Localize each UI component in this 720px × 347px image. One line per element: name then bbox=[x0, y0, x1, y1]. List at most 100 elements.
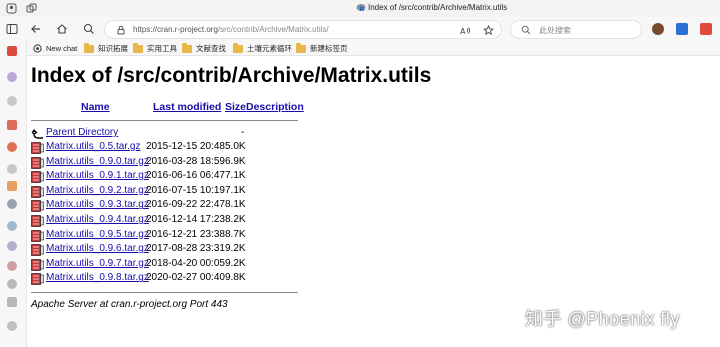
chat-icon bbox=[33, 44, 42, 53]
file-last-modified: 2018-04-20 00:05 bbox=[146, 257, 225, 269]
sidebar-add-icon[interactable] bbox=[7, 297, 17, 307]
workspaces-icon[interactable] bbox=[26, 3, 37, 14]
file-row: Matrix.utils_0.5.tar.gz 2015-12-15 20:48 5… bbox=[31, 141, 291, 155]
compressed-file-icon bbox=[31, 273, 44, 286]
parent-directory-link[interactable]: Parent Directory bbox=[46, 127, 118, 138]
address-toolbar: https://cran.r-project.org/src/contrib/A… bbox=[0, 17, 720, 41]
favorite-star-icon[interactable] bbox=[483, 25, 494, 36]
column-header-size[interactable]: Size bbox=[225, 101, 246, 113]
sidebar-app-pink-icon[interactable] bbox=[7, 261, 17, 271]
bookmark-folder-literature[interactable]: 文献查找 bbox=[182, 42, 226, 54]
bookmark-folder-knowledge[interactable]: 知识拓展 bbox=[84, 42, 128, 54]
folder-icon bbox=[133, 42, 143, 53]
url-path: /src/contrib/Archive/Matrix.utils/ bbox=[217, 25, 329, 34]
file-last-modified: 2016-09-22 22:47 bbox=[146, 199, 225, 211]
bookmark-label: New chat bbox=[46, 44, 78, 53]
page-title: Index of /src/contrib/Archive/Matrix.uti… bbox=[31, 64, 432, 87]
folder-icon bbox=[182, 42, 192, 53]
compressed-file-icon bbox=[31, 258, 44, 271]
lock-icon[interactable] bbox=[116, 25, 126, 35]
file-link[interactable]: Matrix.utils_0.5.tar.gz bbox=[46, 141, 140, 152]
folder-icon bbox=[296, 42, 306, 53]
file-link[interactable]: Matrix.utils_0.9.6.tar.gz bbox=[46, 243, 149, 254]
file-row: Matrix.utils_0.9.2.tar.gz 2016-07-15 10:1… bbox=[31, 185, 291, 199]
back-icon[interactable] bbox=[30, 23, 42, 35]
bookmark-new-chat[interactable]: New chat bbox=[33, 43, 77, 54]
bookmark-label: 实用工具 bbox=[147, 44, 177, 53]
file-row: Matrix.utils_0.9.3.tar.gz 2016-09-22 22:4… bbox=[31, 199, 291, 213]
file-size: 9.2K bbox=[225, 257, 246, 269]
sidebar-settings-icon[interactable] bbox=[7, 321, 17, 331]
sidebar-app-globe-icon[interactable] bbox=[7, 221, 17, 231]
compressed-file-icon bbox=[31, 171, 44, 183]
read-aloud-icon[interactable]: A bbox=[460, 25, 471, 36]
file-row: Matrix.utils_0.9.1.tar.gz 2016-06-16 06:4… bbox=[31, 170, 291, 184]
bookmark-folder-tools[interactable]: 实用工具 bbox=[133, 42, 177, 54]
compressed-file-icon bbox=[31, 156, 44, 169]
sidebar-app-red-icon[interactable] bbox=[7, 46, 17, 56]
folder-icon bbox=[233, 42, 243, 53]
r-logo-icon: R bbox=[356, 4, 366, 13]
file-last-modified: 2016-12-21 23:38 bbox=[146, 228, 225, 240]
file-row: Matrix.utils_0.9.5.tar.gz 2016-12-21 23:3… bbox=[31, 229, 291, 243]
file-row: Matrix.utils_0.9.8.tar.gz 2020-02-27 00:4… bbox=[31, 272, 291, 286]
file-link[interactable]: Matrix.utils_0.9.3.tar.gz bbox=[46, 199, 149, 210]
file-link[interactable]: Matrix.utils_0.9.1.tar.gz bbox=[46, 170, 149, 181]
file-link[interactable]: Matrix.utils_0.9.8.tar.gz bbox=[46, 272, 149, 283]
bookmark-folder-soil[interactable]: 土壤元素循环 bbox=[233, 42, 292, 54]
file-last-modified: 2016-03-28 18:59 bbox=[146, 155, 225, 167]
bookmark-label: 土壤元素循环 bbox=[247, 44, 292, 53]
folder-icon bbox=[84, 42, 94, 53]
bookmark-label: 知识拓展 bbox=[98, 44, 128, 53]
file-link[interactable]: Matrix.utils_0.9.0.tar.gz bbox=[46, 156, 149, 167]
column-header-name[interactable]: Name bbox=[81, 101, 110, 113]
sidebar-toggle-icon[interactable] bbox=[6, 23, 18, 35]
bookmark-folder-newtab[interactable]: 新建标签页 bbox=[296, 42, 348, 54]
column-header-last-modified[interactable]: Last modified bbox=[153, 101, 221, 113]
search-icon[interactable] bbox=[83, 23, 95, 35]
sidebar-app-gray2-icon[interactable] bbox=[7, 279, 17, 289]
sidebar-app-light-icon[interactable] bbox=[7, 164, 17, 174]
sidebar-app-note-icon[interactable] bbox=[7, 241, 17, 251]
file-link[interactable]: Matrix.utils_0.9.4.tar.gz bbox=[46, 214, 149, 225]
web-search-box[interactable]: 此处搜索 bbox=[510, 20, 642, 39]
file-size: 7.1K bbox=[225, 184, 246, 196]
sidebar-app-orange-icon[interactable] bbox=[7, 142, 17, 152]
url-text[interactable]: https://cran.r-project.org/src/contrib/A… bbox=[133, 25, 329, 34]
file-link[interactable]: Matrix.utils_0.9.5.tar.gz bbox=[46, 229, 149, 240]
file-last-modified: 2016-06-16 06:47 bbox=[146, 170, 225, 182]
compressed-file-icon bbox=[31, 185, 44, 198]
bookmark-label: 文献查找 bbox=[196, 44, 226, 53]
sidebar-app-purple-icon[interactable] bbox=[7, 72, 17, 82]
column-header-description[interactable]: Description bbox=[246, 101, 304, 113]
tab-title[interactable]: Index of /src/contrib/Archive/Matrix.uti… bbox=[368, 3, 507, 12]
file-link[interactable]: Matrix.utils_0.9.7.tar.gz bbox=[46, 258, 149, 269]
compressed-file-icon bbox=[31, 229, 44, 242]
file-last-modified: 2020-02-27 00:40 bbox=[146, 272, 225, 284]
sidebar-app-doc-icon[interactable] bbox=[7, 120, 17, 130]
search-box-icon bbox=[521, 25, 531, 35]
address-bar[interactable]: https://cran.r-project.org/src/contrib/A… bbox=[104, 20, 502, 39]
profile-icon[interactable] bbox=[6, 3, 17, 14]
compressed-file-icon bbox=[31, 244, 44, 256]
home-icon[interactable] bbox=[56, 23, 68, 35]
sidebar-app-e-icon[interactable] bbox=[7, 181, 17, 191]
extension-red-icon[interactable] bbox=[700, 23, 712, 35]
parent-directory-row: Parent Directory - bbox=[31, 127, 291, 141]
parent-directory-size: - bbox=[241, 127, 245, 138]
file-size: 9.2K bbox=[225, 243, 246, 255]
file-last-modified: 2016-12-14 17:23 bbox=[146, 214, 225, 225]
bookmarks-bar: New chat 知识拓展 实用工具 文献查找 土壤元素循环 新建标签页 bbox=[27, 41, 720, 56]
sidebar-app-blue-gray-icon[interactable] bbox=[7, 199, 17, 209]
file-link[interactable]: Matrix.utils_0.9.2.tar.gz bbox=[46, 185, 149, 196]
back-arrow-icon bbox=[31, 129, 43, 139]
file-size: 6.9K bbox=[225, 155, 246, 167]
extension-cookie-icon[interactable] bbox=[652, 23, 664, 35]
window-titlebar: R Index of /src/contrib/Archive/Matrix.u… bbox=[0, 0, 720, 17]
header-divider bbox=[31, 120, 298, 121]
sidebar-app-gray-icon[interactable] bbox=[7, 96, 17, 106]
extension-edit-icon[interactable] bbox=[676, 23, 688, 35]
file-last-modified: 2016-07-15 10:19 bbox=[146, 184, 225, 196]
file-size: 7.1K bbox=[225, 170, 246, 182]
file-row: Matrix.utils_0.9.6.tar.gz 2017-08-28 23:3… bbox=[31, 243, 291, 257]
